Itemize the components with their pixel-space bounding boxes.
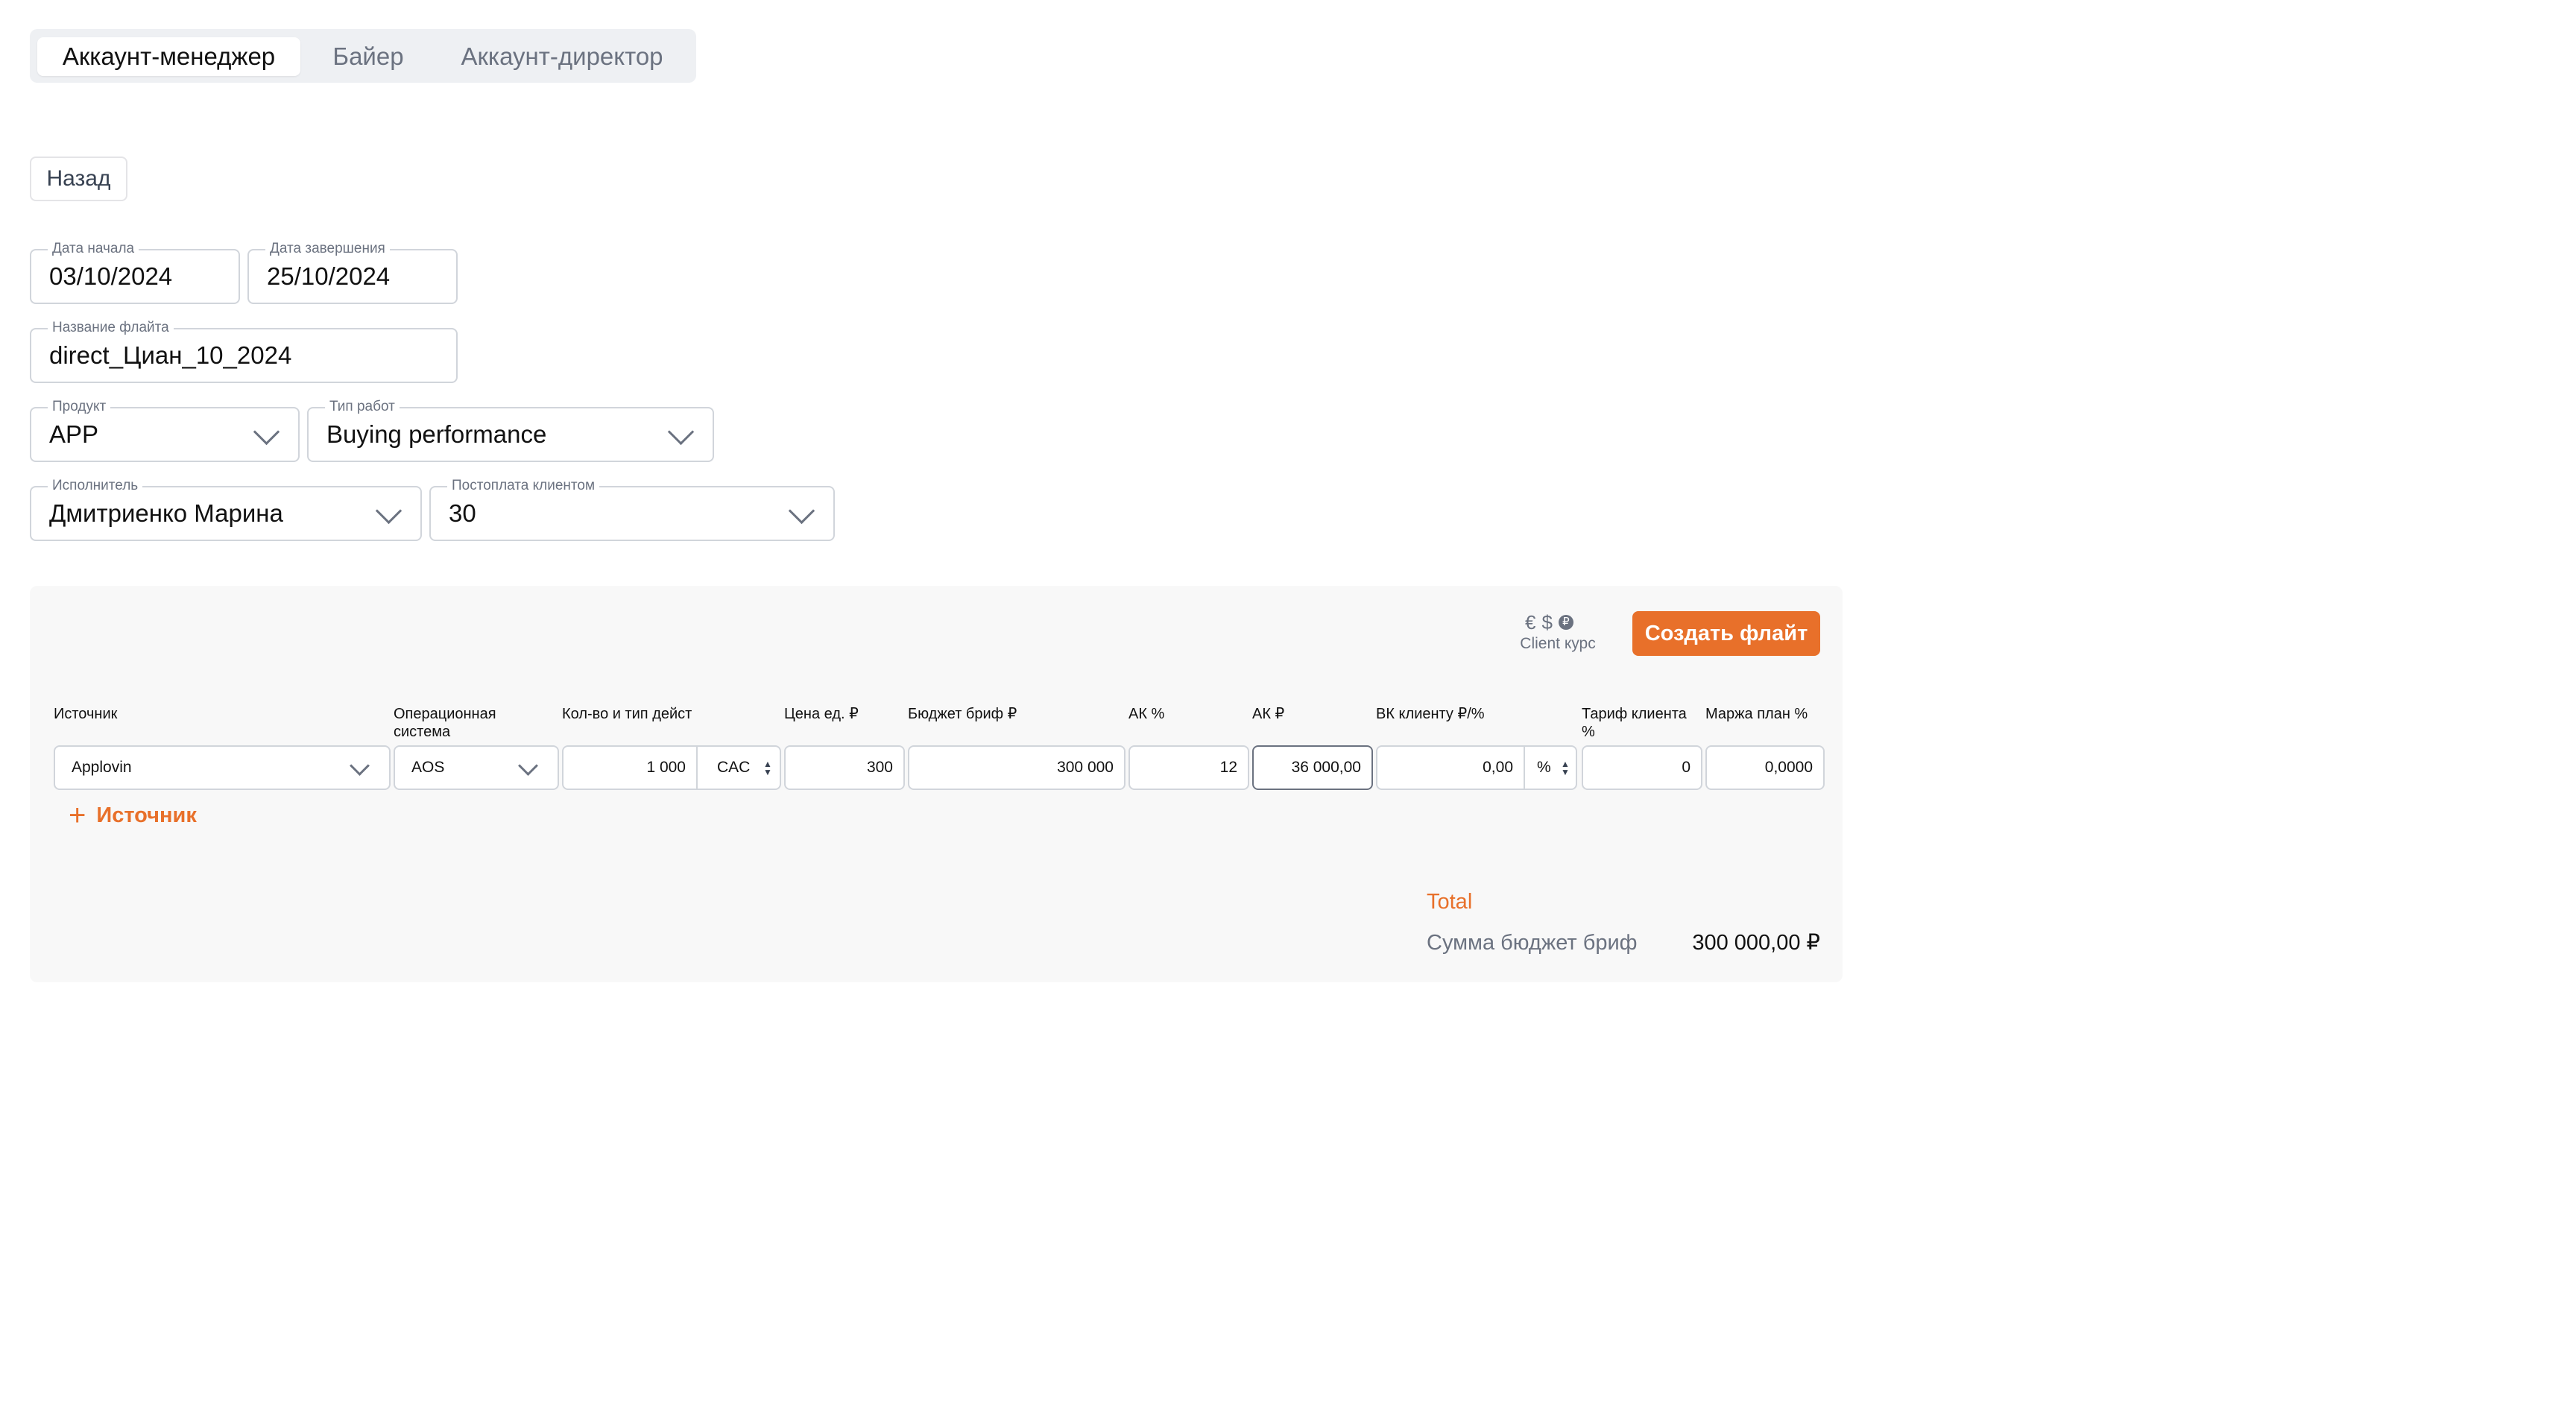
col-bk-client: ВК клиенту ₽/% — [1376, 706, 1485, 722]
add-source-label: Источник — [96, 803, 197, 827]
ruble-coin-icon[interactable]: ₽ — [1558, 615, 1573, 630]
bk-unit-value: % — [1537, 759, 1551, 776]
chevron-down-icon — [518, 756, 538, 776]
col-margin-plan: Маржа план % — [1705, 706, 1808, 722]
unit-price-value: 300 — [866, 759, 893, 776]
action-type-select[interactable]: CAC ▲ ▼ — [696, 745, 781, 790]
col-os: Операционная система — [394, 706, 496, 740]
unit-price-input[interactable]: 300 — [784, 745, 905, 790]
bk-unit-select[interactable]: % ▲ ▼ — [1524, 745, 1577, 790]
product-value: APP — [49, 420, 99, 448]
product-select[interactable]: Продукт APP — [30, 398, 300, 462]
ak-rub-value: 36 000,00 — [1291, 759, 1361, 776]
bk-client-input[interactable]: 0,00 — [1376, 745, 1525, 790]
col-budget: Бюджет бриф ₽ — [908, 706, 1017, 722]
chevron-down-icon — [253, 418, 280, 446]
qty-input[interactable]: 1 000 — [562, 745, 698, 790]
currency-switcher[interactable]: € $ ₽ — [1525, 611, 1589, 634]
client-rate-label: Client курс — [1520, 635, 1596, 652]
margin-plan-value: 0,0000 — [1764, 759, 1813, 776]
col-ak-rub: АК ₽ — [1252, 706, 1285, 722]
postpay-select[interactable]: Постоплата клиентом 30 — [429, 477, 835, 541]
tab-account-manager[interactable]: Аккаунт-менеджер — [37, 37, 300, 76]
executor-value: Дмитриенко Марина — [49, 499, 283, 527]
tab-account-director[interactable]: Аккаунт-директор — [437, 37, 687, 76]
work-type-select[interactable]: Тип работ Buying performance — [307, 398, 714, 462]
total-label: Total — [1427, 890, 1473, 914]
col-client-tariff: Тариф клиента % — [1582, 706, 1687, 740]
client-tariff-value: 0 — [1682, 759, 1690, 776]
source-value: Applovin — [72, 759, 132, 776]
source-select[interactable]: Applovin — [54, 745, 391, 790]
add-source-button[interactable]: + Источник — [69, 799, 197, 832]
budget-sum-value: 300 000,00 ₽ — [1692, 931, 1820, 955]
updown-arrows-icon: ▲ ▼ — [1561, 759, 1570, 777]
budget-value: 300 000 — [1057, 759, 1114, 776]
chevron-down-icon — [788, 497, 815, 525]
ak-rub-input[interactable]: 36 000,00 — [1252, 745, 1373, 790]
ak-pct-value: 12 — [1219, 759, 1237, 776]
client-tariff-input[interactable]: 0 — [1582, 745, 1702, 790]
start-date-field[interactable]: Дата начала 03/10/2024 — [30, 240, 240, 304]
budget-sum-label: Сумма бюджет бриф — [1427, 931, 1638, 955]
col-unit-price: Цена ед. ₽ — [784, 706, 859, 722]
flight-name-field[interactable]: Название флайта direct_Циан_10_2024 — [30, 319, 458, 383]
margin-plan-input[interactable]: 0,0000 — [1705, 745, 1825, 790]
flight-name-value: direct_Циан_10_2024 — [49, 341, 292, 369]
chevron-down-icon — [350, 756, 370, 776]
os-select[interactable]: AOS — [394, 745, 559, 790]
ak-pct-input[interactable]: 12 — [1128, 745, 1249, 790]
plus-icon: + — [69, 799, 86, 832]
executor-select[interactable]: Исполнитель Дмитриенко Марина — [30, 477, 422, 541]
chevron-down-icon — [375, 497, 402, 525]
qty-value: 1 000 — [646, 759, 686, 776]
col-ak-pct: АК % — [1128, 706, 1165, 722]
os-value: AOS — [411, 759, 445, 776]
role-tabs: Аккаунт-менеджер Байер Аккаунт-директор — [30, 29, 696, 83]
bk-client-value: 0,00 — [1483, 759, 1513, 776]
action-type-value: CAC — [717, 759, 751, 776]
tab-buyer[interactable]: Байер — [316, 37, 420, 76]
work-type-value: Buying performance — [326, 420, 547, 448]
col-qty-type: Кол-во и тип дейст — [562, 706, 692, 722]
end-date-field[interactable]: Дата завершения 25/10/2024 — [247, 240, 458, 304]
create-flight-button[interactable]: Создать флайт — [1632, 611, 1820, 656]
postpay-value: 30 — [449, 499, 476, 527]
dollar-icon[interactable]: $ — [1541, 611, 1552, 634]
back-button[interactable]: Назад — [30, 157, 127, 201]
chevron-down-icon — [667, 418, 695, 446]
start-date-value: 03/10/2024 — [49, 262, 173, 290]
budget-input[interactable]: 300 000 — [908, 745, 1126, 790]
updown-arrows-icon: ▲ ▼ — [763, 759, 772, 777]
end-date-value: 25/10/2024 — [267, 262, 391, 290]
col-source: Источник — [54, 706, 118, 722]
euro-icon[interactable]: € — [1525, 611, 1535, 634]
